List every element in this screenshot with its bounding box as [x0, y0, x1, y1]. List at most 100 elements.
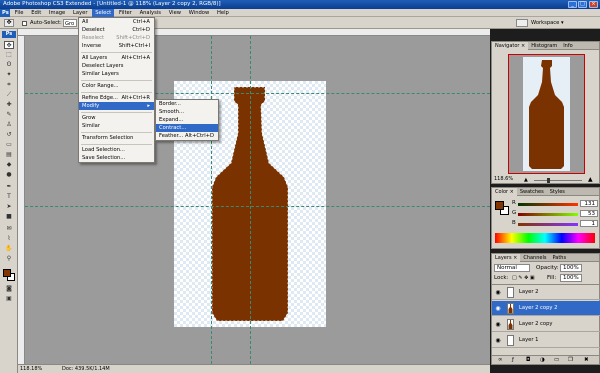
tab-swatches[interactable]: Swatches	[517, 188, 547, 196]
clone-stamp-tool-icon[interactable]: ♙	[4, 121, 14, 129]
menu-item-transform-selection[interactable]: Transform Selection	[79, 134, 154, 142]
new-layer-icon[interactable]: ❐	[568, 356, 573, 364]
eye-icon[interactable]: ◉	[494, 289, 502, 296]
eye-icon[interactable]: ◉	[494, 321, 502, 328]
blur-tool-icon[interactable]: ◆	[4, 161, 14, 169]
menu-item-border[interactable]: Border...	[156, 100, 218, 108]
navigator-preview[interactable]	[508, 54, 585, 174]
menu-image[interactable]: Image	[46, 9, 68, 17]
close-button[interactable]: ×	[589, 1, 598, 8]
magic-wand-tool-icon[interactable]: ✦	[4, 71, 14, 79]
menu-help[interactable]: Help	[214, 9, 232, 17]
path-selection-tool-icon[interactable]: ➤	[4, 203, 14, 211]
color-foreground-swatch[interactable]	[495, 201, 504, 210]
menu-filter[interactable]: Filter	[116, 9, 135, 17]
menu-item-modify[interactable]: Modify ▸	[79, 102, 154, 110]
menu-window[interactable]: Window	[186, 9, 212, 17]
tab-histogram[interactable]: Histogram	[528, 42, 560, 50]
menu-item-save-selection[interactable]: Save Selection...	[79, 154, 154, 162]
menu-item-inverse[interactable]: Inverse Shift+Ctrl+I	[79, 42, 154, 50]
menu-item-all[interactable]: All Ctrl+A	[79, 18, 154, 26]
tab-channels[interactable]: Channels	[520, 254, 549, 262]
dodge-tool-icon[interactable]: ●	[4, 171, 14, 179]
menu-item-deselect-layers[interactable]: Deselect Layers	[79, 62, 154, 70]
fill-input[interactable]: 100%	[560, 274, 582, 282]
menu-file[interactable]: File	[12, 9, 27, 17]
menu-layer[interactable]: Layer	[70, 9, 90, 17]
quick-mask-icon[interactable]: ◙	[4, 285, 14, 293]
healing-brush-tool-icon[interactable]: ✚	[4, 101, 14, 109]
g-channel-slider[interactable]	[518, 213, 578, 216]
minimize-button[interactable]: _	[568, 1, 577, 8]
g-channel-value[interactable]: 53	[580, 210, 598, 217]
menu-item-load-selection[interactable]: Load Selection...	[79, 146, 154, 154]
move-tool-icon[interactable]: ✥	[4, 41, 14, 49]
b-channel-slider[interactable]	[518, 223, 578, 226]
tab-color[interactable]: Color ×	[492, 188, 517, 196]
auto-select-checkbox[interactable]	[22, 21, 27, 26]
blend-mode-select[interactable]: Normal	[494, 264, 530, 272]
tab-info[interactable]: Info	[560, 42, 575, 50]
fx-icon[interactable]: ƒ	[512, 356, 514, 364]
navigator-zoom-value[interactable]: 118.6%	[494, 176, 513, 182]
eyedropper-tool-icon[interactable]: ⌇	[4, 235, 14, 243]
layer-row-layer-2-copy[interactable]: ◉ Layer 2 copy	[492, 317, 600, 332]
pen-tool-icon[interactable]: ✒	[4, 183, 14, 191]
layer-name[interactable]: Layer 1	[519, 333, 538, 348]
foreground-color-swatch[interactable]	[3, 269, 11, 277]
shape-tool-icon[interactable]: ■	[4, 213, 14, 221]
link-icon[interactable]: ∞	[498, 356, 503, 364]
screen-mode-icon[interactable]: ▣	[4, 295, 14, 303]
guide-vertical[interactable]	[211, 36, 212, 364]
r-channel-slider[interactable]	[518, 203, 578, 206]
color-ramp[interactable]	[495, 233, 595, 243]
eye-icon[interactable]: ◉	[494, 337, 502, 344]
menu-item-smooth[interactable]: Smooth...	[156, 108, 218, 116]
gradient-tool-icon[interactable]: ▤	[4, 151, 14, 159]
zoom-readout[interactable]: 118.18%	[20, 365, 42, 373]
menu-item-expand[interactable]: Expand...	[156, 116, 218, 124]
menu-item-feather[interactable]: Feather... Alt+Ctrl+D	[156, 132, 218, 140]
layer-name[interactable]: Layer 2 copy 2	[519, 301, 557, 316]
trash-icon[interactable]: ✖	[584, 356, 589, 364]
notes-tool-icon[interactable]: ✉	[4, 225, 14, 233]
eraser-tool-icon[interactable]: ▭	[4, 141, 14, 149]
hand-tool-icon[interactable]: ✋	[4, 245, 14, 253]
eye-icon[interactable]: ◉	[494, 305, 502, 312]
menu-item-contract[interactable]: Contract...	[156, 124, 218, 132]
layer-row-layer-2[interactable]: ◉ Layer 2	[492, 285, 600, 300]
layer-name[interactable]: Layer 2 copy	[519, 317, 552, 332]
menu-item-color-range[interactable]: Color Range...	[79, 82, 154, 90]
type-tool-icon[interactable]: T	[4, 193, 14, 201]
tab-navigator[interactable]: Navigator ×	[492, 42, 529, 50]
layer-row-layer-2-copy-2[interactable]: ◉ Layer 2 copy 2	[492, 301, 600, 316]
opacity-input[interactable]: 100%	[560, 264, 582, 272]
menu-item-grow[interactable]: Grow	[79, 114, 154, 122]
history-brush-tool-icon[interactable]: ↺	[4, 131, 14, 139]
menu-item-similar[interactable]: Similar	[79, 122, 154, 130]
folder-icon[interactable]: ▭	[554, 356, 559, 364]
maximize-button[interactable]: □	[578, 1, 587, 8]
adjustment-icon[interactable]: ◑	[540, 356, 545, 364]
slice-tool-icon[interactable]: ⟋	[4, 91, 14, 99]
crop-tool-icon[interactable]: ⌗	[4, 81, 14, 89]
zoom-in-icon[interactable]: ▲	[588, 176, 593, 183]
zoom-tool-icon[interactable]: ⚲	[4, 255, 14, 263]
lock-icons[interactable]: □ ✎ ✥ ▣	[512, 274, 535, 282]
menu-item-deselect[interactable]: Deselect Ctrl+D	[79, 26, 154, 34]
guide-vertical[interactable]	[250, 36, 251, 364]
workspace-icon[interactable]	[516, 19, 528, 27]
menu-item-all-layers[interactable]: All Layers Alt+Ctrl+A	[79, 54, 154, 62]
menu-item-similar-layers[interactable]: Similar Layers	[79, 70, 154, 78]
menu-view[interactable]: View	[166, 9, 184, 17]
brush-tool-icon[interactable]: ✎	[4, 111, 14, 119]
tab-paths[interactable]: Paths	[549, 254, 569, 262]
layer-row-layer-1[interactable]: ◉ Layer 1	[492, 333, 600, 348]
layer-name[interactable]: Layer 2	[519, 285, 538, 300]
menu-item-refine-edge[interactable]: Refine Edge... Alt+Ctrl+R	[79, 94, 154, 102]
menu-edit[interactable]: Edit	[28, 9, 44, 17]
zoom-slider-thumb[interactable]	[547, 178, 550, 183]
mask-icon[interactable]: ◘	[526, 356, 530, 364]
zoom-slider[interactable]	[534, 180, 582, 181]
menu-analysis[interactable]: Analysis	[137, 9, 164, 17]
